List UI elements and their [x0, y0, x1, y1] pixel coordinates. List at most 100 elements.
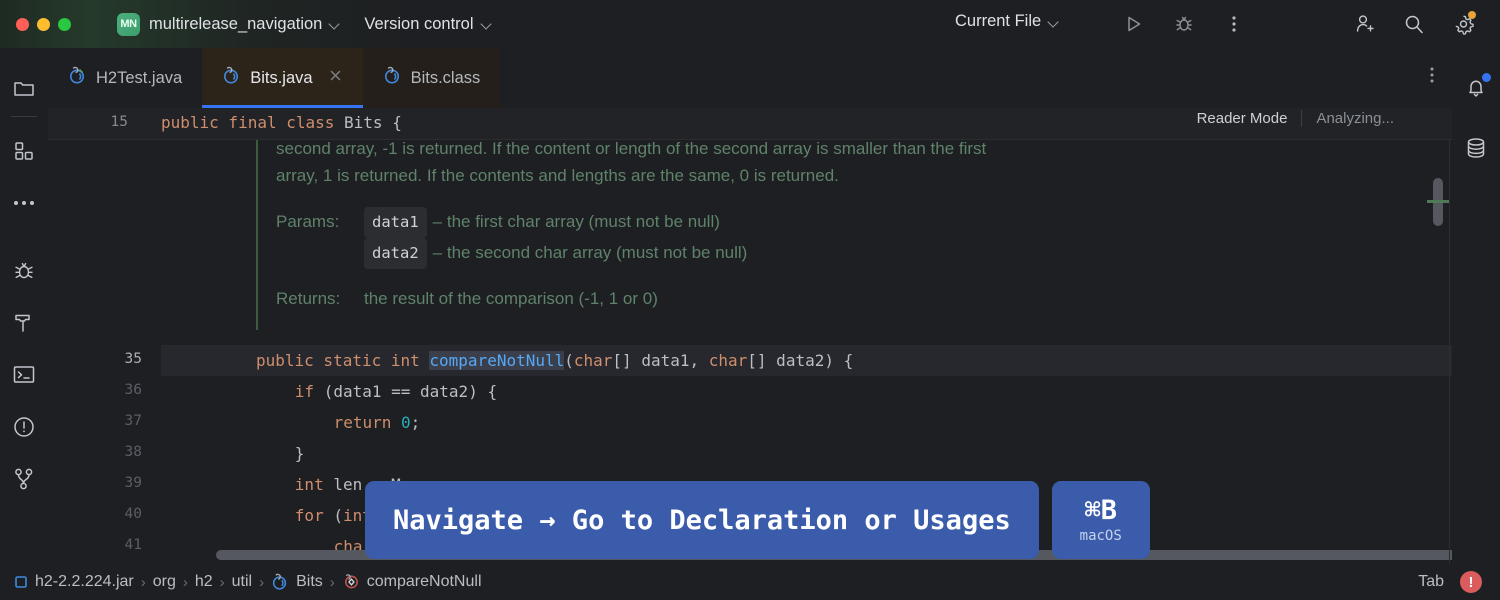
indent-indicator[interactable]: Tab: [1418, 573, 1444, 591]
ellipsis-icon[interactable]: [4, 183, 44, 223]
editor-tab-h2test[interactable]: H2Test.java: [48, 48, 202, 108]
version-control-label: Version control: [364, 14, 474, 33]
bell-icon[interactable]: [1456, 68, 1496, 108]
breadcrumb-label: compareNotNull: [366, 573, 482, 590]
breadcrumb[interactable]: h2-2.2.224.jar › org › h2 › util › Bits › compareN…: [14, 573, 482, 591]
chevron-down-icon: [482, 19, 492, 29]
structure-blocks-icon[interactable]: [4, 131, 44, 171]
java-class-icon: [222, 66, 241, 90]
code-line-text: return 0;: [334, 407, 421, 438]
project-name-dropdown[interactable]: multirelease_navigation: [149, 15, 340, 34]
java-test-class-icon: [68, 66, 87, 90]
code-line[interactable]: }: [161, 438, 1451, 469]
folder-icon[interactable]: [4, 68, 44, 108]
editor-tab-bits-class[interactable]: Bits.class: [362, 48, 501, 108]
code-line-text: if (data1 == data2) {: [295, 376, 497, 407]
rail-divider: [11, 116, 37, 117]
maximize-window-button[interactable]: [58, 17, 71, 31]
code-token: char: [573, 351, 613, 370]
javadoc-params-row-1: Params: data1 – the first char array (mu…: [276, 207, 1426, 238]
more-options-icon[interactable]: [1220, 10, 1248, 38]
marker-lane-divider: [1449, 140, 1450, 564]
breadcrumb-label: Bits: [296, 573, 323, 590]
javadoc-returns-label: Returns:: [276, 289, 341, 308]
shortcut-hint-overlay: Navigate → Go to Declaration or Usages ⌘…: [365, 481, 1150, 559]
right-tool-rail: [1452, 48, 1500, 600]
code-editor[interactable]: second array, -1 is returned. If the con…: [48, 140, 1452, 564]
ide-window: MN multirelease_navigation Version contr…: [0, 0, 1500, 600]
run-configuration-label: Current File: [955, 12, 1042, 30]
javadoc-indicator-bar: [256, 140, 258, 330]
editor-vertical-scrollbar[interactable]: [1427, 140, 1449, 564]
terminal-icon[interactable]: [4, 355, 44, 395]
window-controls[interactable]: [16, 17, 71, 31]
breadcrumb-separator: ›: [182, 573, 188, 591]
editor-tab-label: Bits.class: [410, 68, 481, 87]
reader-mode-button[interactable]: Reader Mode: [1197, 110, 1288, 127]
bug-icon[interactable]: [4, 251, 44, 291]
code-token: return: [333, 413, 402, 432]
javadoc-returns-row: Returns: the result of the comparison (-…: [276, 285, 1426, 312]
status-bar: h2-2.2.224.jar › org › h2 › util › Bits › compareN…: [0, 564, 1500, 600]
line-number: 38: [124, 444, 142, 460]
code-token: public static int: [256, 351, 430, 370]
close-window-button[interactable]: [16, 17, 29, 31]
database-icon[interactable]: [1456, 128, 1496, 168]
hammer-icon[interactable]: [4, 303, 44, 343]
editor-area: H2Test.java Bits.java Bits.class 15 publ…: [48, 48, 1452, 564]
run-configuration-dropdown[interactable]: Current File: [955, 12, 1059, 31]
shortcut-key-badge: ⌘B macOS: [1051, 481, 1150, 559]
close-icon[interactable]: [328, 68, 343, 88]
code-line[interactable]: if (data1 == data2) {: [161, 376, 1451, 407]
editor-tab-label: H2Test.java: [96, 68, 183, 87]
line-number: 40: [124, 506, 142, 522]
breadcrumb-item[interactable]: h2-2.2.224.jar: [14, 573, 134, 591]
vcs-change-marker[interactable]: [1427, 200, 1449, 203]
branch-icon[interactable]: [4, 459, 44, 499]
header-divider: [1301, 110, 1303, 127]
code-line[interactable]: return 0;: [161, 407, 1451, 438]
debug-icon[interactable]: [1170, 10, 1198, 38]
code-line[interactable]: public static int compareNotNull(char[] …: [161, 345, 1452, 376]
shortcut-os-label: macOS: [1079, 527, 1122, 544]
title-bar: MN multirelease_navigation Version contr…: [0, 0, 1500, 48]
line-number: 37: [124, 413, 142, 429]
javadoc-param-chip: data1: [364, 207, 427, 238]
chevron-down-icon: [330, 19, 340, 29]
code-token: 0: [401, 413, 411, 432]
editor-tab-strip: H2Test.java Bits.java Bits.class: [48, 48, 1452, 108]
breadcrumb-item[interactable]: org: [153, 573, 176, 591]
version-control-dropdown[interactable]: Version control: [364, 15, 491, 34]
sticky-brace: {: [382, 113, 402, 132]
breadcrumb-item[interactable]: Bits: [271, 573, 323, 591]
chevron-down-icon: [1049, 17, 1059, 27]
sticky-class-name: Bits: [344, 113, 383, 132]
javadoc-param-desc: – the first char array (must not be null…: [432, 212, 720, 231]
editor-tabs-more-icon[interactable]: [1430, 66, 1434, 89]
java-class-icon: [271, 573, 289, 591]
breadcrumb-item[interactable]: util: [232, 573, 252, 591]
editor-tab-bits-java[interactable]: Bits.java: [202, 48, 363, 108]
line-number: 39: [124, 475, 142, 491]
run-icon[interactable]: [1120, 10, 1148, 38]
breadcrumb-label: h2-2.2.224.jar: [35, 573, 134, 590]
code-token: char: [708, 351, 748, 370]
javadoc-param-chip: data2: [364, 238, 427, 269]
code-line-text: public static int compareNotNull(char[] …: [256, 345, 853, 376]
minimize-window-button[interactable]: [37, 17, 50, 31]
code-line-text: }: [295, 438, 305, 469]
javadoc-block: second array, -1 is returned. If the con…: [276, 140, 1426, 312]
code-token: ;: [410, 413, 421, 432]
add-user-icon[interactable]: [1350, 10, 1378, 38]
breadcrumb-item[interactable]: h2: [195, 573, 213, 591]
code-token: [] data2) {: [747, 351, 854, 370]
settings-gear-icon[interactable]: [1450, 10, 1478, 38]
status-badge[interactable]: !: [1460, 571, 1482, 593]
search-icon[interactable]: [1400, 10, 1428, 38]
line-number: 41: [124, 537, 142, 553]
breadcrumb-item[interactable]: compareNotNull: [342, 573, 482, 591]
javadoc-line-2: array, 1 is returned. If the contents an…: [276, 166, 839, 185]
shortcut-action-label: Navigate → Go to Declaration or Usages: [365, 481, 1039, 559]
exclamation-circle-icon[interactable]: [4, 407, 44, 447]
javadoc-returns-text: the result of the comparison (-1, 1 or 0…: [364, 289, 658, 308]
